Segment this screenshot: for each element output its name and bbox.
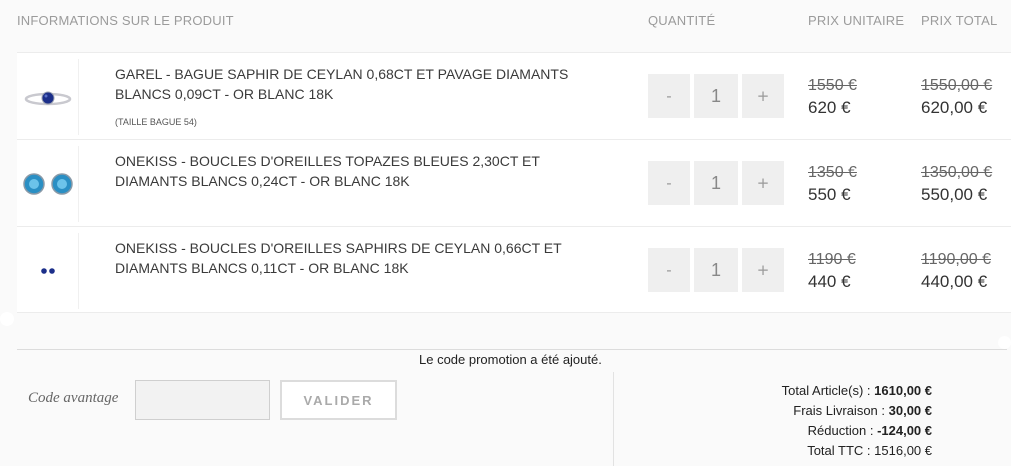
summary-discount: Réduction : -124,00 € [782,421,932,441]
summary-total-ttc: Total TTC : 1516,00 € [782,441,932,461]
order-summary: Total Article(s) : 1610,00 € Frais Livra… [782,381,932,461]
vertical-divider [613,372,614,466]
quantity-input[interactable] [694,248,738,292]
coupon-label: Code avantage [28,390,119,406]
unit-price: 1190 € 440 € [808,249,856,293]
topaz-earrings-icon [22,173,73,195]
quantity-increase-button[interactable]: + [742,248,784,292]
column-header-unit-price: PRIX UNITAIRE [808,13,905,28]
column-header-quantity: QUANTITÉ [648,13,716,28]
summary-discount-value: -124,00 € [877,423,932,438]
quantity-stepper: - + [648,248,784,292]
column-header-product-info: INFORMATIONS SUR LE PRODUIT [17,13,234,28]
quantity-decrease-button[interactable]: - [648,74,690,118]
total-price-new: 620,00 € [921,98,988,117]
quantity-input[interactable] [694,161,738,205]
product-variant: (TAILLE BAGUE 54) [115,117,197,127]
cart-row: ONEKISS - BOUCLES D'OREILLES TOPAZES BLE… [17,139,1011,226]
total-price-old: 1350,00 € [921,164,993,181]
decorative-dot [998,336,1011,349]
product-name[interactable]: GAREL - BAGUE SAPHIR DE CEYLAN 0,68CT ET… [115,64,585,104]
total-price-old: 1550,00 € [921,77,993,94]
quantity-stepper: - + [648,74,784,118]
sapphire-earrings-icon [40,268,55,274]
summary-shipping-label: Frais Livraison : [793,403,885,418]
promo-success-message: Le code promotion a été ajouté. [419,352,602,367]
product-thumbnail[interactable] [17,233,79,309]
summary-shipping-value: 30,00 € [888,403,932,418]
quantity-increase-button[interactable]: + [742,161,784,205]
summary-ttc-label: Total TTC : [807,443,871,458]
validate-coupon-button[interactable]: VALIDER [280,380,397,420]
sapphire-ring-icon [24,91,71,106]
unit-price: 1550 € 620 € [808,75,857,119]
quantity-decrease-button[interactable]: - [648,248,690,292]
summary-shipping: Frais Livraison : 30,00 € [782,401,932,421]
coupon-code-input[interactable] [135,380,270,420]
quantity-input[interactable] [694,74,738,118]
unit-price-new: 440 € [808,272,851,291]
unit-price: 1350 € 550 € [808,162,857,206]
summary-ttc-value: 1516,00 € [874,443,932,458]
unit-price-new: 620 € [808,98,851,117]
cart-row: ONEKISS - BOUCLES D'OREILLES SAPHIRS DE … [17,226,1011,313]
summary-articles: Total Article(s) : 1610,00 € [782,381,932,401]
summary-discount-label: Réduction : [807,423,874,438]
quantity-stepper: - + [648,161,784,205]
total-price: 1350,00 € 550,00 € [921,162,992,206]
product-thumbnail[interactable] [17,146,79,222]
product-name[interactable]: ONEKISS - BOUCLES D'OREILLES SAPHIRS DE … [115,238,585,278]
cart-header: INFORMATIONS SUR LE PRODUIT QUANTITÉ PRI… [0,0,1011,52]
unit-price-old: 1350 € [808,164,857,181]
decorative-dot [0,312,14,326]
decorative-dot [993,192,1011,210]
summary-articles-value: 1610,00 € [874,383,932,398]
quantity-increase-button[interactable]: + [742,74,784,118]
total-price: 1190,00 € 440,00 € [921,249,991,293]
cart-row: GAREL - BAGUE SAPHIR DE CEYLAN 0,68CT ET… [17,52,1011,139]
total-price: 1550,00 € 620,00 € [921,75,992,119]
column-header-total-price: PRIX TOTAL [921,13,998,28]
cart-items: GAREL - BAGUE SAPHIR DE CEYLAN 0,68CT ET… [17,52,1011,313]
divider-line [17,349,1007,350]
product-name[interactable]: ONEKISS - BOUCLES D'OREILLES TOPAZES BLE… [115,151,585,191]
unit-price-old: 1550 € [808,77,857,94]
product-thumbnail[interactable] [17,59,79,135]
total-price-new: 440,00 € [921,272,988,291]
quantity-decrease-button[interactable]: - [648,161,690,205]
total-price-old: 1190,00 € [921,251,991,268]
unit-price-new: 550 € [808,185,851,204]
unit-price-old: 1190 € [808,251,856,268]
total-price-new: 550,00 € [921,185,988,204]
summary-articles-label: Total Article(s) : [781,383,871,398]
